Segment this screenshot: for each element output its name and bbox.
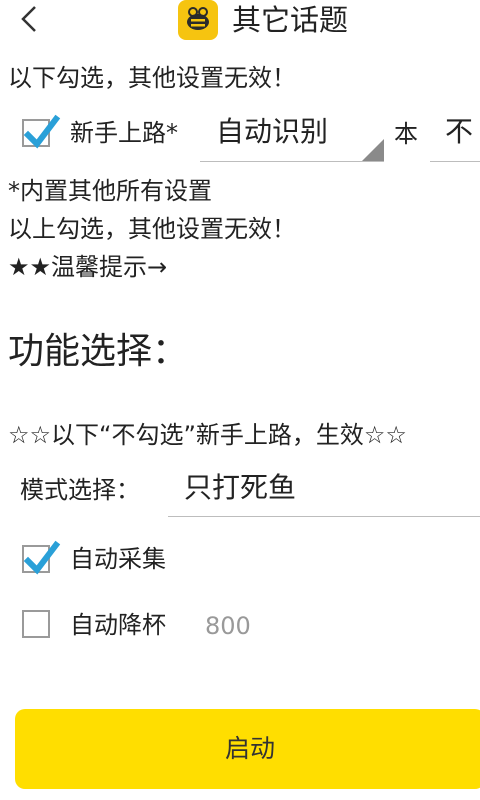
start-button[interactable]: 启动 [15,709,480,789]
builtin-note: *内置其他所有设置 [8,177,212,205]
auto-collect-checkbox[interactable] [22,540,61,575]
recognize-mode-spinner[interactable]: 自动识别 [216,112,328,152]
checkmark-icon [23,114,61,149]
bee-logo-icon [178,0,218,40]
function-section-title: 功能选择： [8,331,189,372]
top-bar: 其它话题 [0,0,480,44]
above-note: 以上勾选，其他设置无效！ [8,215,296,243]
mode-select-label: 模式选择： [20,476,140,504]
newbie-checkbox[interactable] [22,114,61,149]
auto-cup-value-input[interactable]: 800 [205,611,251,641]
recognize-spinner-underline [200,161,384,162]
auto-cup-checkbox[interactable] [22,610,50,638]
tips-link[interactable]: ★★温馨提示→ [8,252,167,282]
chevron-left-icon [21,6,36,32]
dropdown-triangle-icon [362,139,384,161]
ben-label: 本 [394,120,418,148]
back-button[interactable] [18,4,48,40]
checkmark-icon [23,540,61,575]
mode-select-spinner[interactable]: 只打死鱼 [184,468,296,508]
ben-spinner-underline [430,161,480,162]
uncheck-note: ☆☆以下“不勾选”新手上路，生效☆☆ [8,421,407,449]
below-note: 以下勾选，其他设置无效！ [8,64,296,92]
mode-spinner-underline [168,516,480,517]
auto-cup-label: 自动降杯 [70,611,166,639]
auto-collect-label: 自动采集 [70,545,166,573]
ben-spinner[interactable]: 不 [445,112,473,152]
page-title: 其它话题 [232,3,349,37]
newbie-label: 新手上路* [70,119,178,147]
